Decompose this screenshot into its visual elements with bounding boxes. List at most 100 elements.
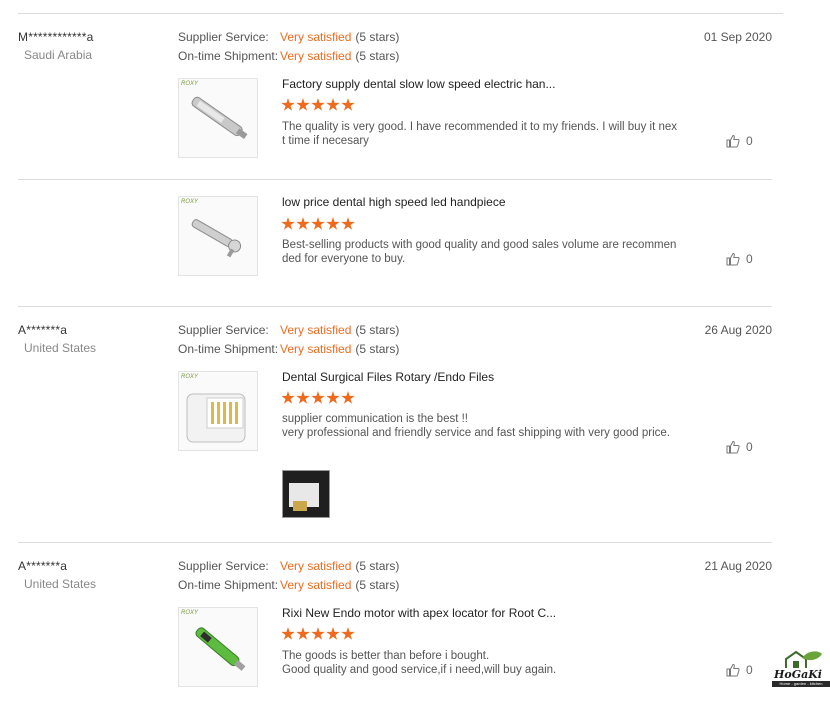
supplier-service-value: Very satisfied (280, 323, 352, 337)
supplier-service-label: Supplier Service: (178, 323, 269, 337)
product-title-link[interactable]: low price dental high speed led handpiec… (282, 195, 506, 209)
review-comment: The goods is better than before i bought… (282, 649, 677, 677)
star-icon (341, 98, 355, 111)
top-divider (18, 13, 783, 14)
supplier-service-rating: Supplier Service: Very satisfied (5 stars) (178, 30, 399, 44)
supplier-service-value: Very satisfied (280, 30, 352, 44)
star-icon (311, 98, 325, 111)
like-button[interactable]: 0 (726, 663, 753, 677)
comment-line: The quality is very good. I have recomme… (282, 121, 678, 147)
dental-slow-speed-handpiece-icon (191, 96, 248, 139)
buyer-country: United States (24, 577, 97, 591)
buyer-name: A*******a (18, 559, 68, 573)
star-icon (281, 217, 295, 230)
house-leaf-icon (785, 650, 822, 668)
review-divider (18, 306, 772, 307)
star-icon (296, 627, 310, 640)
review-photo-image-icon (283, 471, 329, 517)
thumbs-up-icon (726, 663, 740, 677)
star-icon (311, 391, 325, 404)
brand-logo-icon: ROXY (181, 81, 199, 87)
star-icon (326, 391, 340, 404)
supplier-service-stars: (5 stars) (355, 30, 400, 44)
product-star-rating (281, 98, 356, 112)
buyer-name: A*******a (18, 323, 68, 337)
review-comment: The quality is very good. I have recomme… (282, 120, 677, 148)
star-icon (326, 627, 340, 640)
ontime-shipment-value: Very satisfied (280, 342, 352, 356)
hogaki-watermark-logo: HoGaKi Home - garden - kitchen (772, 648, 830, 688)
thumbs-up-icon (726, 134, 740, 148)
product-thumbnail[interactable]: ROXY (178, 196, 258, 276)
comment-line: Good quality and good service,if i need,… (282, 664, 557, 676)
review-date: 26 Aug 2020 (704, 323, 772, 337)
review-photo[interactable] (282, 470, 330, 518)
comment-line: The goods is better than before i bought… (282, 650, 490, 662)
star-icon (281, 98, 295, 111)
ontime-shipment-rating: On-time Shipment: Very satisfied (5 stars) (178, 342, 399, 356)
star-icon (311, 627, 325, 640)
item-divider (18, 179, 772, 180)
ontime-shipment-stars: (5 stars) (355, 578, 400, 592)
star-icon (281, 391, 295, 404)
product-star-rating (281, 627, 356, 641)
star-icon (326, 217, 340, 230)
product-thumbnail[interactable]: ROXY (178, 371, 258, 451)
ontime-shipment-value: Very satisfied (280, 578, 352, 592)
product-star-rating (281, 391, 356, 405)
product-thumbnail[interactable]: ROXY (178, 78, 258, 158)
product-title-link[interactable]: Dental Surgical Files Rotary /Endo Files (282, 370, 494, 384)
endo-motor-icon (195, 627, 246, 671)
supplier-service-label: Supplier Service: (178, 30, 269, 44)
ontime-shipment-label: On-time Shipment: (178, 578, 279, 592)
endo-files-box-icon (186, 393, 246, 443)
star-icon (296, 217, 310, 230)
like-count: 0 (746, 134, 753, 148)
ontime-shipment-stars: (5 stars) (355, 49, 400, 63)
review-divider (18, 542, 772, 543)
star-icon (296, 391, 310, 404)
watermark-tagline: Home - garden - kitchen (772, 681, 830, 687)
product-thumbnail[interactable]: ROXY (178, 607, 258, 687)
brand-logo-icon: ROXY (181, 199, 199, 205)
like-button[interactable]: 0 (726, 252, 753, 266)
supplier-service-rating: Supplier Service: Very satisfied (5 stars) (178, 559, 399, 573)
ontime-shipment-label: On-time Shipment: (178, 49, 279, 63)
ontime-shipment-rating: On-time Shipment: Very satisfied (5 stars) (178, 49, 399, 63)
brand-logo-icon: ROXY (181, 610, 199, 616)
review-comment: Best-selling products with good quality … (282, 238, 677, 266)
star-icon (341, 217, 355, 230)
supplier-service-value: Very satisfied (280, 559, 352, 573)
ontime-shipment-label: On-time Shipment: (178, 342, 279, 356)
review-date: 21 Aug 2020 (704, 559, 772, 573)
comment-line: very professional and friendly service a… (282, 427, 671, 439)
review-comment: supplier communication is the best !! ve… (282, 412, 677, 440)
product-title-link[interactable]: Factory supply dental slow low speed ele… (282, 77, 555, 91)
thumbs-up-icon (726, 252, 740, 266)
buyer-country: United States (24, 341, 97, 355)
brand-logo-icon: ROXY (181, 374, 199, 380)
buyer-name: M************a (18, 30, 94, 44)
ontime-shipment-value: Very satisfied (280, 49, 352, 63)
star-icon (296, 98, 310, 111)
supplier-service-stars: (5 stars) (355, 323, 400, 337)
dental-high-speed-handpiece-icon (191, 219, 242, 258)
like-count: 0 (746, 663, 753, 677)
supplier-service-stars: (5 stars) (355, 559, 400, 573)
comment-line: Best-selling products with good quality … (282, 239, 677, 265)
thumbs-up-icon (726, 440, 740, 454)
comment-line: supplier communication is the best !! (282, 413, 469, 425)
ontime-shipment-stars: (5 stars) (355, 342, 400, 356)
star-icon (281, 627, 295, 640)
like-button[interactable]: 0 (726, 134, 753, 148)
ontime-shipment-rating: On-time Shipment: Very satisfied (5 stars) (178, 578, 399, 592)
star-icon (326, 98, 340, 111)
review-date: 01 Sep 2020 (703, 30, 772, 44)
like-button[interactable]: 0 (726, 440, 753, 454)
product-title-link[interactable]: Rixi New Endo motor with apex locator fo… (282, 606, 556, 620)
star-icon (311, 217, 325, 230)
supplier-service-label: Supplier Service: (178, 559, 269, 573)
supplier-service-rating: Supplier Service: Very satisfied (5 stars) (178, 323, 399, 337)
like-count: 0 (746, 440, 753, 454)
product-star-rating (281, 217, 356, 231)
